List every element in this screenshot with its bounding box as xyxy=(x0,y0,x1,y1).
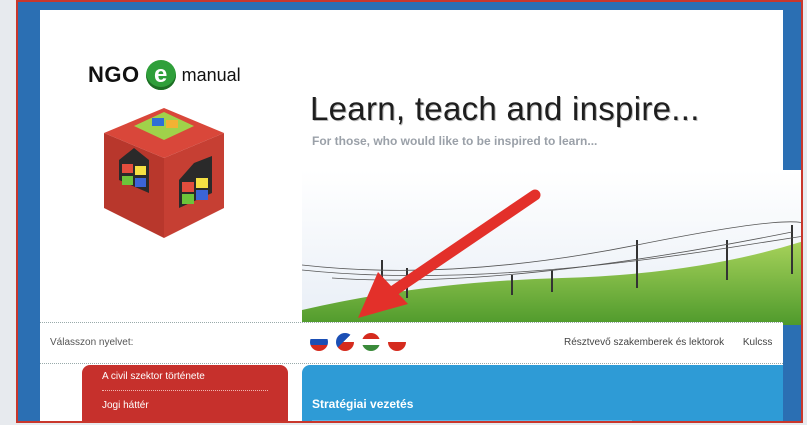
poland-flag-icon[interactable] xyxy=(388,333,406,351)
screenshot-frame: NGO e manual Learn, teach and inspire...… xyxy=(16,0,803,423)
sidebar: A civil szektor története Jogi háttér xyxy=(82,365,288,421)
site-logo[interactable]: NGO e manual xyxy=(88,60,241,90)
hungary-flag-icon[interactable] xyxy=(362,333,380,351)
content-panel: Stratégiai vezetés xyxy=(302,365,783,421)
sidebar-divider xyxy=(102,390,268,392)
cube-logo-image xyxy=(104,108,224,238)
page-headline: Learn, teach and inspire... xyxy=(310,90,700,127)
top-border-strip xyxy=(18,2,801,10)
language-flags xyxy=(310,333,406,351)
czech-flag-icon[interactable] xyxy=(336,333,354,351)
content-title: Stratégiai vezetés xyxy=(312,397,414,411)
logo-manual-text: manual xyxy=(181,64,241,85)
slovakia-flag-icon[interactable] xyxy=(310,333,328,351)
content-divider xyxy=(312,420,632,421)
page-tagline: For those, who would like to be inspired… xyxy=(312,134,598,148)
sidebar-item-legal[interactable]: Jogi háttér xyxy=(82,394,288,417)
nav-link-participants[interactable]: Résztvevő szakemberek és lektorok xyxy=(564,337,724,348)
logo-ngo-text: NGO xyxy=(88,62,140,87)
logo-e-icon: e xyxy=(145,60,176,90)
banner-image xyxy=(302,170,801,325)
language-bar: Válasszon nyelvet: Résztvevő szakemberek… xyxy=(40,322,783,364)
top-nav: Résztvevő szakemberek és lektorok Kulcss xyxy=(564,337,788,348)
page: NGO e manual Learn, teach and inspire...… xyxy=(40,10,801,421)
nav-link-keys[interactable]: Kulcss xyxy=(743,337,772,348)
sidebar-item-history[interactable]: A civil szektor története xyxy=(82,365,288,388)
left-border-strip xyxy=(18,2,40,421)
language-label: Válasszon nyelvet: xyxy=(50,337,134,348)
